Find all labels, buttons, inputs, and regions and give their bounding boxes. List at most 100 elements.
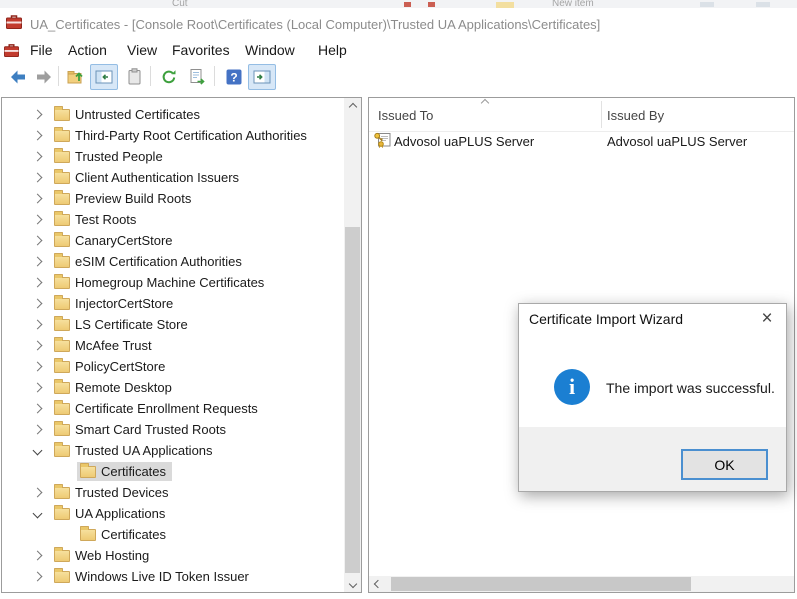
scroll-left-icon[interactable]	[369, 576, 386, 592]
chevron-right-icon[interactable]	[29, 338, 45, 354]
menu-help[interactable]: Help	[318, 42, 347, 58]
tree-vertical-scrollbar[interactable]	[344, 98, 361, 592]
tree-item[interactable]: Certificates	[2, 461, 343, 482]
tree-item[interactable]: eSIM Certification Authorities	[2, 251, 343, 272]
up-one-level-button[interactable]	[62, 64, 90, 90]
menu-favorites[interactable]: Favorites	[172, 42, 230, 58]
tree-item[interactable]: McAfee Trust	[2, 335, 343, 356]
expander-spacer	[29, 464, 45, 480]
tree-item-label: Trusted People	[75, 149, 163, 164]
tree-item[interactable]: Untrusted Certificates	[2, 104, 343, 125]
tree-item-label: Client Authentication Issuers	[75, 170, 239, 185]
tree-item[interactable]: Client Authentication Issuers	[2, 167, 343, 188]
chevron-right-icon[interactable]	[29, 254, 45, 270]
chevron-right-icon[interactable]	[29, 233, 45, 249]
cell-issued-to: Advosol uaPLUS Server	[394, 134, 534, 149]
chevron-right-icon[interactable]	[29, 359, 45, 375]
tree-item[interactable]: Homegroup Machine Certificates	[2, 272, 343, 293]
back-button[interactable]	[4, 64, 32, 90]
chevron-right-icon[interactable]	[29, 485, 45, 501]
certificate-row[interactable]: Advosol uaPLUS Server Advosol uaPLUS Ser…	[369, 131, 794, 152]
chevron-right-icon[interactable]	[29, 149, 45, 165]
export-list-button[interactable]	[184, 64, 212, 90]
chevron-right-icon[interactable]	[29, 128, 45, 144]
scroll-up-icon[interactable]	[344, 98, 361, 115]
chevron-right-icon[interactable]	[29, 569, 45, 585]
chevron-right-icon[interactable]	[29, 275, 45, 291]
tree-item[interactable]: Preview Build Roots	[2, 188, 343, 209]
tree-item-label: Untrusted Certificates	[75, 107, 200, 122]
dialog-title: Certificate Import Wizard	[529, 311, 683, 327]
list-horizontal-scrollbar[interactable]	[369, 576, 794, 592]
bg-fragment-icon	[404, 2, 411, 7]
chevron-down-icon[interactable]	[29, 506, 45, 522]
menu-bar: File Action View Favorites Window Help	[0, 40, 797, 63]
bg-fragment-icon	[700, 2, 714, 7]
tree-item[interactable]: Certificates	[2, 524, 343, 545]
scrollbar-thumb[interactable]	[345, 227, 360, 573]
chevron-right-icon[interactable]	[29, 548, 45, 564]
help-button[interactable]: ?	[220, 64, 248, 90]
tree-item[interactable]: InjectorCertStore	[2, 293, 343, 314]
menu-view[interactable]: View	[127, 42, 157, 58]
tree-item[interactable]: Third-Party Root Certification Authoriti…	[2, 125, 343, 146]
chevron-right-icon[interactable]	[29, 422, 45, 438]
column-header-issued-by[interactable]: Issued By	[607, 108, 664, 123]
toolbar-separator	[150, 66, 151, 86]
chevron-right-icon[interactable]	[29, 296, 45, 312]
scroll-down-icon[interactable]	[344, 575, 361, 592]
mmc-console-icon	[6, 14, 22, 34]
menu-action[interactable]: Action	[68, 42, 107, 58]
tree-item[interactable]: UA Applications	[2, 503, 343, 524]
folder-icon	[80, 466, 96, 478]
chevron-right-icon[interactable]	[29, 191, 45, 207]
chevron-right-icon[interactable]	[29, 401, 45, 417]
mmc-console-icon	[4, 43, 19, 62]
chevron-right-icon[interactable]	[29, 317, 45, 333]
tree-item[interactable]: Smart Card Trusted Roots	[2, 419, 343, 440]
paste-button[interactable]	[120, 64, 148, 90]
screen: Cut New item UA_Certificates - [Console …	[0, 0, 797, 599]
tree-item[interactable]: Trusted People	[2, 146, 343, 167]
tree-item[interactable]: LS Certificate Store	[2, 314, 343, 335]
folder-icon	[80, 529, 96, 541]
tree-item[interactable]: PolicyCertStore	[2, 356, 343, 377]
chevron-right-icon[interactable]	[29, 107, 45, 123]
ok-button[interactable]: OK	[681, 449, 768, 480]
chevron-right-icon[interactable]	[29, 380, 45, 396]
tree-item[interactable]: Certificate Enrollment Requests	[2, 398, 343, 419]
toolbar-separator	[214, 66, 215, 86]
title-bar[interactable]: UA_Certificates - [Console Root\Certific…	[0, 8, 797, 41]
show-action-pane-button[interactable]	[248, 64, 276, 90]
chevron-down-icon[interactable]	[29, 443, 45, 459]
tree-item[interactable]: Web Hosting	[2, 545, 343, 566]
chevron-right-icon[interactable]	[29, 170, 45, 186]
folder-icon	[54, 319, 70, 331]
folder-icon	[54, 361, 70, 373]
column-header-issued-to[interactable]: Issued To	[378, 108, 433, 123]
tree-item[interactable]: Windows Live ID Token Issuer	[2, 566, 343, 587]
tree-item-label: Remote Desktop	[75, 380, 172, 395]
chevron-right-icon[interactable]	[29, 212, 45, 228]
column-divider[interactable]	[601, 101, 602, 128]
tree-item[interactable]: Remote Desktop	[2, 377, 343, 398]
tree-item-label: LS Certificate Store	[75, 317, 188, 332]
show-console-tree-button[interactable]	[90, 64, 118, 90]
dialog-title-bar[interactable]: Certificate Import Wizard ×	[519, 304, 786, 335]
folder-icon	[54, 298, 70, 310]
scrollbar-thumb[interactable]	[391, 577, 691, 591]
tree-item[interactable]: Trusted Devices	[2, 482, 343, 503]
tree-item[interactable]: Test Roots	[2, 209, 343, 230]
menu-file[interactable]: File	[30, 42, 53, 58]
cell-issued-by: Advosol uaPLUS Server	[607, 134, 747, 149]
refresh-button[interactable]	[155, 64, 183, 90]
tree: Untrusted Certificates Third-Party Root C…	[2, 104, 343, 587]
dialog-footer: OK	[519, 427, 786, 491]
close-icon[interactable]: ×	[750, 304, 784, 334]
tree-item[interactable]: CanaryCertStore	[2, 230, 343, 251]
dialog-body: i The import was successful.	[519, 335, 786, 429]
svg-text:?: ?	[230, 70, 237, 84]
forward-button[interactable]	[30, 64, 58, 90]
tree-item[interactable]: Trusted UA Applications	[2, 440, 343, 461]
menu-window[interactable]: Window	[245, 42, 295, 58]
